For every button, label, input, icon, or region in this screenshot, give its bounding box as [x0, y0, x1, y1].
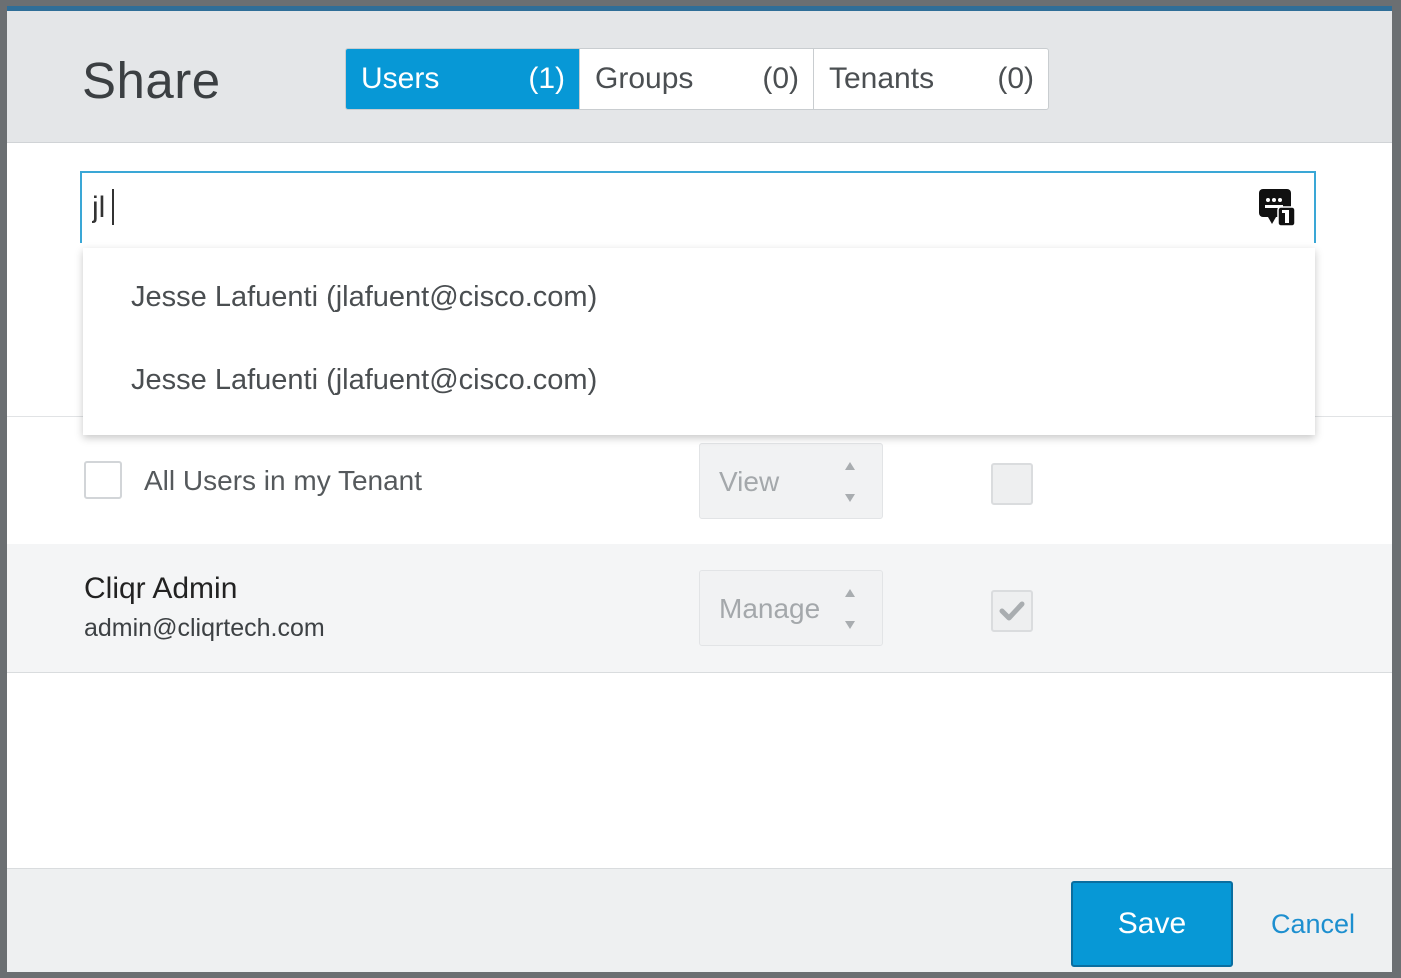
all-users-select-checkbox[interactable] — [84, 461, 122, 499]
user-email: admin@cliqrtech.com — [84, 614, 325, 642]
id-badge-icon[interactable] — [1258, 187, 1296, 227]
all-users-permission-checkbox[interactable] — [991, 463, 1033, 505]
spinner-arrows-icon — [844, 462, 856, 502]
share-type-tabs: Users (1) Groups (0) Tenants (0) — [345, 48, 1049, 110]
dialog-header: Share Users (1) Groups (0) Tenants (0) — [7, 11, 1392, 143]
tab-groups-label: Groups — [595, 62, 694, 95]
all-users-permission-select[interactable]: View — [699, 443, 883, 519]
tab-groups[interactable]: Groups (0) — [580, 49, 814, 109]
tab-users-count: (1) — [528, 62, 565, 95]
spinner-arrows-icon — [844, 589, 856, 629]
cancel-link[interactable]: Cancel — [1271, 909, 1355, 940]
suggestion-item[interactable]: Jesse Lafuenti (jlafuent@cisco.com) — [83, 339, 1315, 422]
dialog-footer: Save Cancel — [7, 868, 1392, 972]
user-name: Cliqr Admin — [84, 572, 238, 605]
permission-value: View — [719, 466, 780, 497]
save-button[interactable]: Save — [1071, 881, 1233, 967]
user-search-box — [80, 171, 1316, 243]
admin-permission-checkbox[interactable] — [991, 590, 1033, 632]
share-row-all-users: All Users in my Tenant View — [7, 417, 1392, 544]
tab-tenants-label: Tenants — [829, 62, 935, 95]
checkmark-icon — [999, 601, 1025, 621]
tab-users-label: Users — [361, 62, 440, 95]
share-dialog: Share Users (1) Groups (0) Tenants (0) j… — [7, 6, 1392, 972]
permission-value: Manage — [719, 593, 821, 624]
text-caret — [112, 189, 114, 225]
tab-groups-count: (0) — [762, 62, 799, 95]
suggestion-item[interactable]: Jesse Lafuenti (jlafuent@cisco.com) — [83, 256, 1315, 339]
tab-tenants-count: (0) — [997, 62, 1034, 95]
user-suggestions-dropdown: Jesse Lafuenti (jlafuent@cisco.com) Jess… — [83, 248, 1315, 435]
tab-users[interactable]: Users (1) — [346, 49, 580, 109]
admin-permission-select[interactable]: Manage — [699, 570, 883, 646]
share-row-admin: Cliqr Admin admin@cliqrtech.com Manage — [7, 544, 1392, 673]
dialog-title: Share — [82, 52, 221, 109]
all-users-label: All Users in my Tenant — [144, 465, 423, 496]
tab-tenants[interactable]: Tenants (0) — [814, 49, 1048, 109]
user-search-input[interactable] — [90, 181, 1234, 235]
